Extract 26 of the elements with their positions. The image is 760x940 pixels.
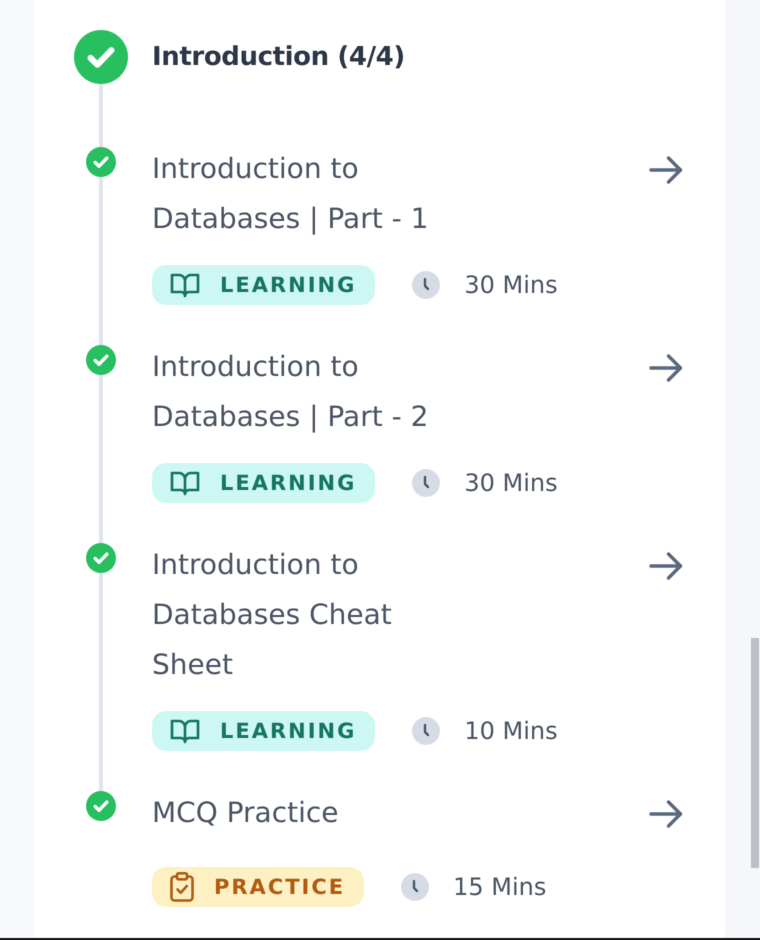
arrow-right-icon[interactable] [649, 552, 683, 580]
book-icon [170, 272, 200, 298]
clock-icon [412, 271, 440, 299]
duration-text: 30 Mins [464, 271, 558, 299]
lesson-title[interactable]: MCQ Practice [152, 788, 338, 846]
book-icon [170, 470, 200, 496]
section-title[interactable]: Introduction (4/4) [152, 30, 405, 84]
clock-icon [401, 873, 430, 901]
tag-label: LEARNING [220, 719, 356, 743]
tag-label: LEARNING [220, 471, 356, 495]
tag-label: LEARNING [220, 273, 356, 297]
scrollbar-thumb[interactable] [751, 638, 759, 868]
arrow-right-icon[interactable] [649, 354, 683, 382]
arrow-right-icon[interactable] [649, 800, 683, 828]
clipboard-check-icon [170, 872, 194, 902]
lesson-title[interactable]: Introduction to Databases Cheat Sheet [152, 540, 452, 690]
tag-label: PRACTICE [214, 875, 346, 899]
clock-icon [412, 717, 440, 745]
duration-text: 30 Mins [464, 469, 558, 497]
duration-text: 15 Mins [453, 873, 546, 901]
duration-text: 10 Mins [464, 717, 558, 745]
arrow-right-icon[interactable] [649, 156, 683, 184]
clock-icon [412, 469, 440, 497]
lesson-title[interactable]: Introduction to Databases | Part - 1 [152, 144, 452, 244]
book-icon [170, 718, 200, 744]
lesson-title[interactable]: Introduction to Databases | Part - 2 [152, 342, 452, 442]
